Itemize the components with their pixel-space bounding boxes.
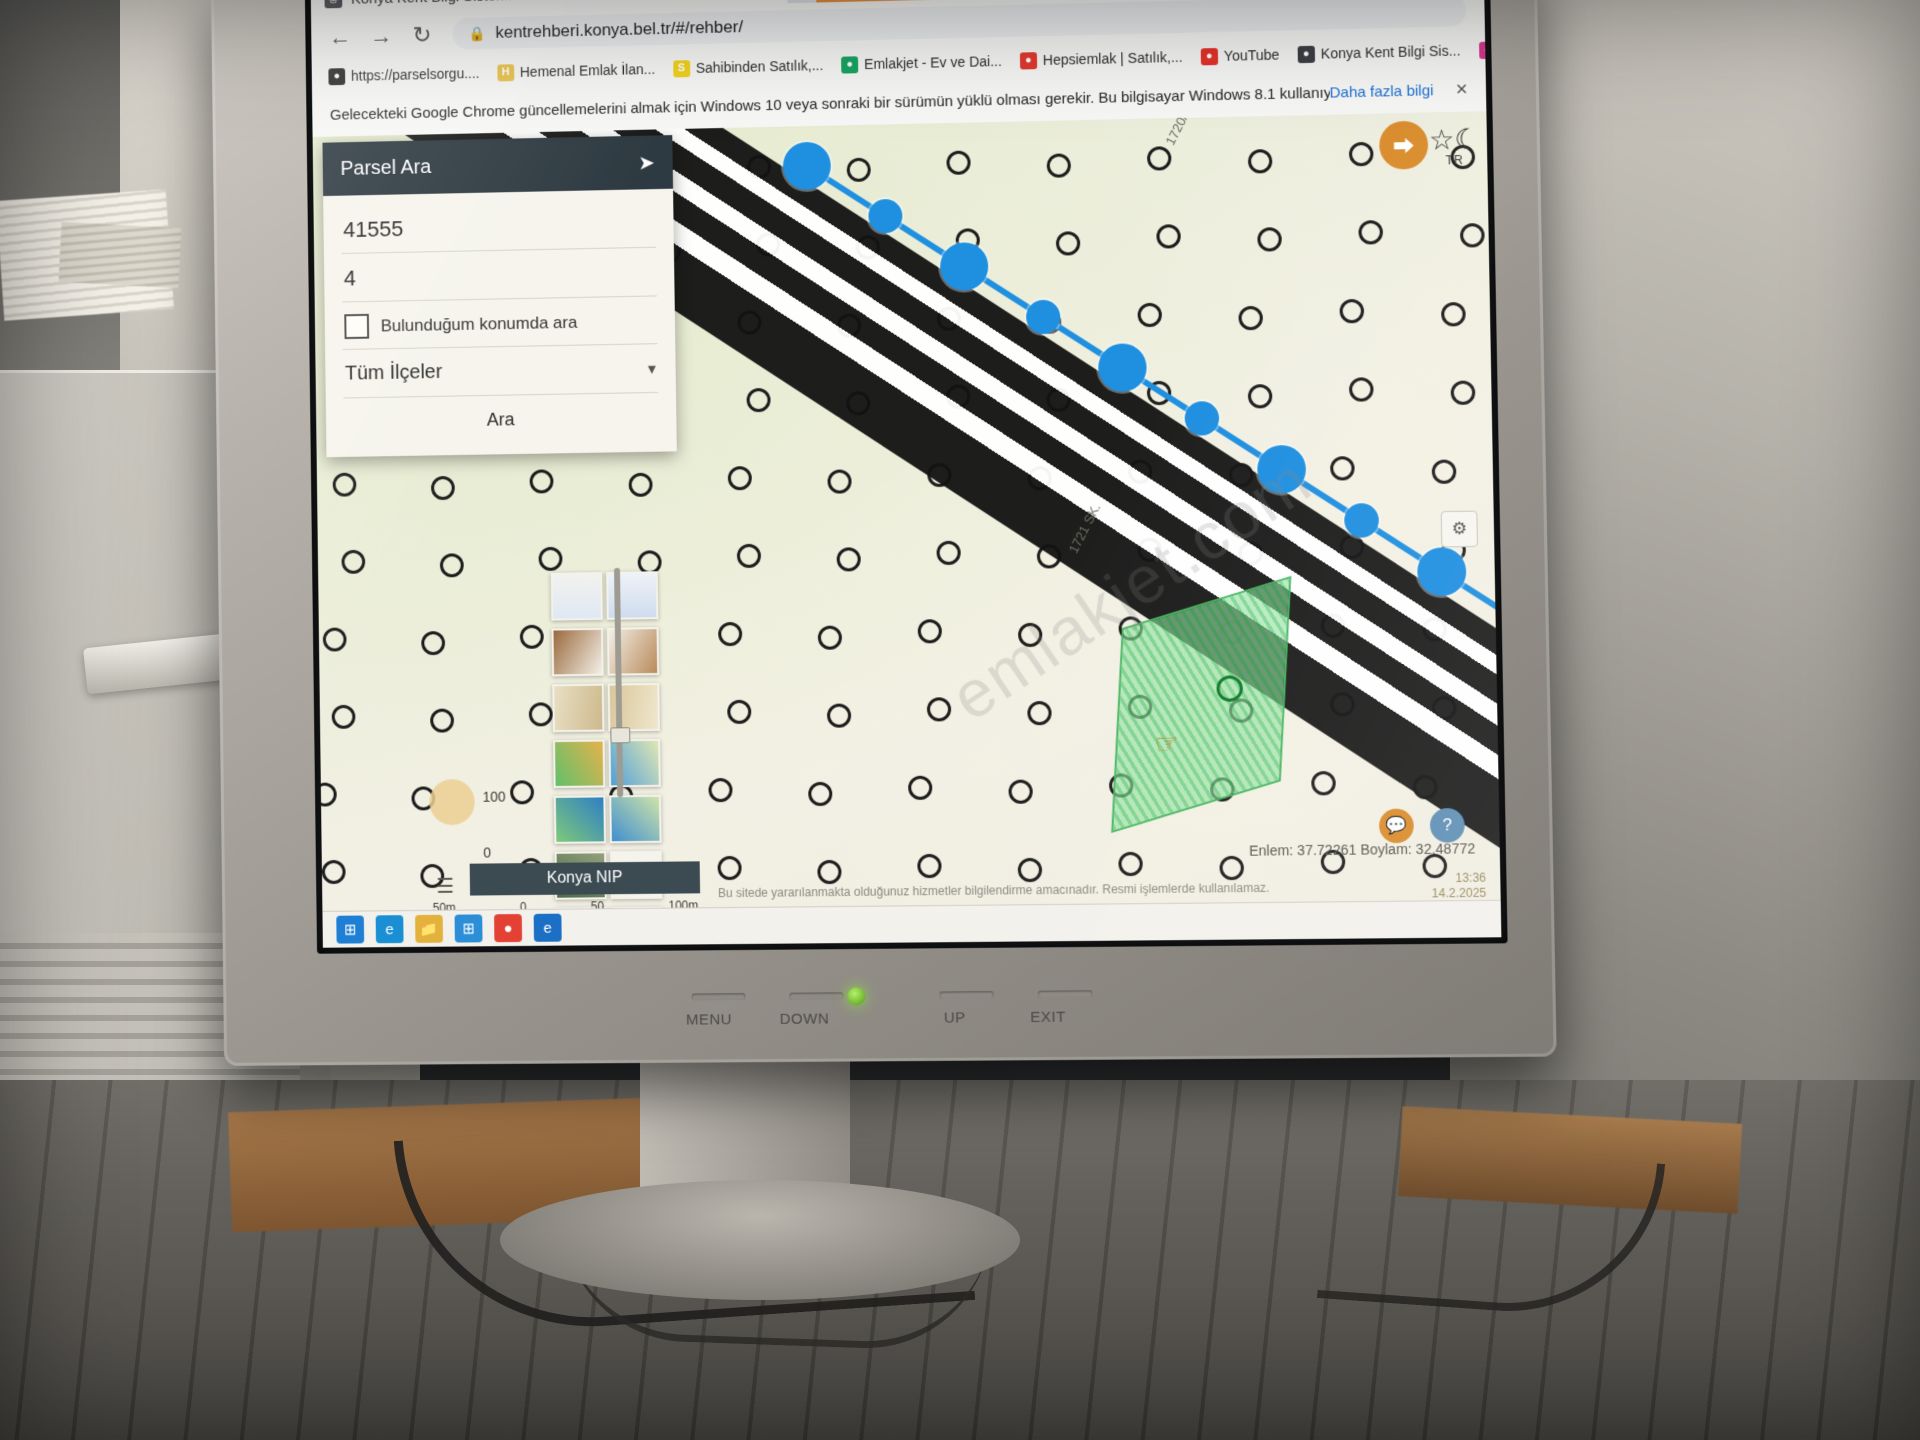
chevron-up-icon: ● xyxy=(1019,51,1037,70)
basemap-name-bar[interactable]: Konya NIP xyxy=(469,861,701,896)
map-viewport[interactable]: ☞ emlakjet.com 1720/1 SK. 1719 SK. 1721 … xyxy=(312,111,1501,912)
bookmark-label: Hepsiemlak | Satılık,... xyxy=(1042,48,1183,68)
paper-stack-secondary xyxy=(58,221,182,289)
chat-icon[interactable]: 💬 xyxy=(1378,808,1415,844)
S: S xyxy=(672,59,690,77)
infobar-close-button[interactable]: × xyxy=(1456,78,1468,101)
layers-icon[interactable]: ☰ xyxy=(436,874,454,899)
basemap-thumb-plan[interactable] xyxy=(551,627,604,677)
lock-icon: 🔒 xyxy=(468,24,486,42)
gear-icon[interactable]: ⚙ xyxy=(1440,510,1478,548)
infobar-more-link[interactable]: Daha fazla bilgi xyxy=(1329,82,1433,101)
ada-input[interactable]: 41555 xyxy=(340,199,657,255)
monitor-button-menu[interactable]: MENU xyxy=(686,1011,732,1028)
bookmark-label: Konya Kent Bilgi Sis... xyxy=(1320,42,1461,62)
current-location-checkbox-row[interactable]: Bulunduğum konumda ara xyxy=(342,296,658,350)
system-clock: 13:36 14.2.2025 xyxy=(1431,870,1487,902)
zoom-max-label: 100 xyxy=(482,788,506,805)
monitor-button-up[interactable]: UP xyxy=(944,1009,966,1026)
back-button[interactable]: ← xyxy=(319,15,361,57)
panel-header: Parsel Ara ➤ xyxy=(322,135,674,197)
microsoft-edge[interactable]: e xyxy=(533,913,562,942)
konya-crest-icon: ● xyxy=(1297,45,1315,63)
location-pin-icon: ● xyxy=(328,67,346,85)
district-select-value: Tüm İlçeler xyxy=(344,361,443,385)
address-bar-url: kentrehberi.konya.bel.tr/#/rehber/ xyxy=(495,17,744,42)
basemap-thumb-zoning[interactable] xyxy=(553,739,606,788)
tab-title: Konya Kent Bilgi Sistemi xyxy=(351,0,512,7)
forward-button[interactable]: → xyxy=(360,14,402,56)
basemap-name-label: Konya NIP xyxy=(546,869,623,887)
konya-crest-icon: ♔ xyxy=(324,0,343,9)
chrome-browser-window: ♔ Konya Kent Bilgi Sistemi + ← → ↻ 🔒 xyxy=(310,0,1502,948)
mouse-cursor-pointer: ☞ xyxy=(1153,727,1181,761)
basemap-thumb-book[interactable] xyxy=(550,572,603,621)
chevron-down-icon: ▾ xyxy=(647,360,656,378)
computer-monitor: ♔ Konya Kent Bilgi Sistemi + ← → ↻ 🔒 xyxy=(210,0,1557,1066)
bookmark-item[interactable]: H Hemenal Emlak İlan... xyxy=(490,57,662,84)
microsoft-store[interactable]: ⊞ xyxy=(454,914,483,943)
clock-time: 13:36 xyxy=(1455,870,1487,886)
current-location-checkbox[interactable] xyxy=(344,313,370,340)
monitor-button-down[interactable]: DOWN xyxy=(780,1010,830,1027)
monitor-screen: ♔ Konya Kent Bilgi Sistemi + ← → ↻ 🔒 xyxy=(310,0,1502,948)
reload-button[interactable]: ↻ xyxy=(401,13,443,55)
basemap-thumb-nip-2[interactable] xyxy=(609,794,662,844)
navigation-arrow-icon[interactable]: ➤ xyxy=(638,150,655,175)
google-chrome[interactable]: ● xyxy=(494,914,523,943)
coordinate-readout: Enlem: 37.72261 Boylam: 32.48772 xyxy=(1248,840,1476,859)
house-icon: ● xyxy=(841,55,859,74)
zoom-min-label: 0 xyxy=(483,844,492,861)
monitor-button-panel: MENU DOWN UP EXIT xyxy=(223,937,1557,1066)
bookmark-label: https://parselsorgu.... xyxy=(350,65,480,84)
file-explorer[interactable]: 📁 xyxy=(415,914,444,943)
district-select[interactable]: Tüm İlçeler ▾ xyxy=(342,344,659,399)
power-led xyxy=(847,987,866,1006)
layer-opacity-knob[interactable] xyxy=(610,727,631,744)
start-button[interactable]: ⊞ xyxy=(336,915,365,944)
monitor-stand-base xyxy=(500,1180,1020,1300)
photo-scene: ♔ Konya Kent Bilgi Sistemi + ← → ↻ 🔒 xyxy=(0,0,1920,1440)
bookmark-item[interactable]: ● Konya Kent Bilgi Sis... xyxy=(1290,39,1467,66)
bookmark-item[interactable]: ● YouTube xyxy=(1193,43,1286,68)
bookmark-label: Emlakjet - Ev ve Dai... xyxy=(864,52,1002,73)
bookmark-label: Hemenal Emlak İlan... xyxy=(519,60,656,80)
parsel-input[interactable]: 4 xyxy=(341,247,657,303)
basemap-thumb-cadastre[interactable] xyxy=(552,683,605,733)
new-tab-button[interactable]: + xyxy=(774,0,808,2)
monitor-button-exit[interactable]: EXIT xyxy=(1030,1009,1066,1026)
youtube-icon: ● xyxy=(1200,47,1218,65)
current-location-label: Bulunduğum konumda ara xyxy=(380,312,578,335)
internet-explorer[interactable]: e xyxy=(375,915,404,944)
crest-label: TR xyxy=(1445,153,1465,168)
help-icon[interactable]: ? xyxy=(1429,807,1465,843)
bookmark-label: YouTube xyxy=(1223,46,1280,64)
panel-body: 41555 4 Bulunduğum konumda ara Tüm İlçel… xyxy=(323,189,677,458)
bookmark-item[interactable]: S Sahibinden Satılık,... xyxy=(666,53,831,80)
bookmark-item[interactable]: ● https://parselsorgu.... xyxy=(321,61,486,88)
panel-title: Parsel Ara xyxy=(340,155,432,180)
turkey-crest-icon: ☆☾ TR xyxy=(1428,123,1481,168)
bookmark-label: Sahibinden Satılık,... xyxy=(695,57,824,76)
zoom-dial[interactable] xyxy=(429,778,476,826)
search-button[interactable]: Ara xyxy=(343,393,658,449)
basemap-thumb-nip[interactable] xyxy=(553,795,606,844)
H: H xyxy=(497,63,515,81)
parcel-center-node xyxy=(1216,675,1244,702)
parsel-search-panel[interactable]: Parsel Ara ➤ 41555 4 Bulunduğum konumda … xyxy=(322,135,677,458)
bookmark-item[interactable]: ● Emlakjet - Ev ve Dai... xyxy=(834,49,1009,76)
bookmark-item[interactable]: ● Hepsiemlak | Satılık,... xyxy=(1013,45,1190,72)
